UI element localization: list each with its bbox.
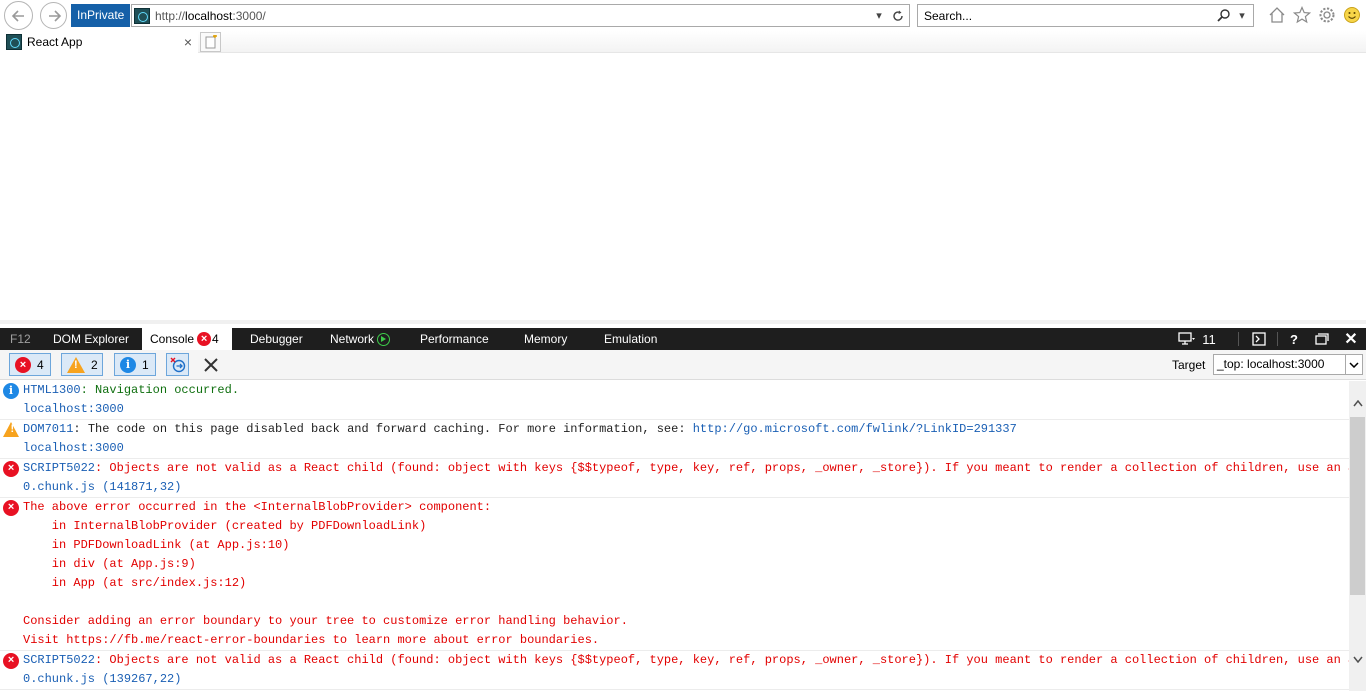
chevron-down-icon[interactable]: ▾ <box>871 8 887 24</box>
tab-dom-explorer[interactable]: DOM Explorer <box>53 328 129 350</box>
filter-info-button[interactable]: i 1 <box>114 353 156 376</box>
monitor-icon <box>1178 332 1196 345</box>
console-scrollbar[interactable] <box>1349 381 1366 691</box>
close-devtools-icon[interactable]: ✕ <box>1342 328 1360 350</box>
info-icon: i <box>3 383 19 399</box>
warning-icon <box>3 422 19 437</box>
scroll-down-icon[interactable] <box>1349 651 1366 668</box>
help-icon[interactable]: ? <box>1286 328 1302 350</box>
error-icon: × <box>3 653 19 669</box>
react-site-icon <box>134 7 150 24</box>
gear-icon[interactable] <box>1316 5 1337 25</box>
tab-react-app[interactable]: React App × <box>0 31 198 53</box>
clear-on-navigate-button[interactable] <box>166 353 189 376</box>
info-icon: i <box>120 356 136 373</box>
clear-console-button[interactable] <box>199 353 222 376</box>
search-box[interactable]: ▾ <box>917 4 1254 27</box>
message-source-link[interactable]: localhost:3000 <box>23 439 1349 458</box>
arrow-left-icon <box>11 9 24 22</box>
new-tab-icon <box>205 35 217 49</box>
console-message-error[interactable]: × The above error occurred in the <Inter… <box>0 498 1349 651</box>
filter-errors-button[interactable]: × 4 <box>9 353 51 376</box>
tab-emulation[interactable]: Emulation <box>604 328 657 350</box>
console-message-info[interactable]: i HTML1300: Navigation occurred. localho… <box>0 381 1349 420</box>
message-source-link[interactable]: 0.chunk.js (141871,32) <box>23 478 1349 497</box>
home-icon[interactable] <box>1266 5 1287 25</box>
react-site-icon <box>6 34 22 50</box>
console-output[interactable]: i HTML1300: Navigation occurred. localho… <box>0 381 1349 691</box>
error-icon: × <box>3 500 19 516</box>
warning-icon <box>67 356 85 373</box>
message-source-link[interactable]: 0.chunk.js (139267,22) <box>23 670 1349 689</box>
f12-devtools: F12 DOM Explorer Console × 4 Debugger Ne… <box>0 320 1366 691</box>
scroll-up-icon[interactable] <box>1349 395 1366 412</box>
back-button[interactable] <box>4 1 33 30</box>
console-message-warning[interactable]: DOM7011: The code on this page disabled … <box>0 420 1349 459</box>
chevron-down-icon[interactable]: ▾ <box>1234 8 1250 24</box>
error-icon: × <box>15 356 31 373</box>
clear-on-navigate-icon <box>170 357 185 372</box>
f12-label: F12 <box>10 332 31 346</box>
error-icon: × <box>197 332 212 346</box>
tab-performance[interactable]: Performance <box>420 328 489 350</box>
tab-memory[interactable]: Memory <box>524 328 567 350</box>
tab-console[interactable]: Console × 4 <box>142 328 232 350</box>
smiley-feedback-icon[interactable] <box>1341 5 1362 25</box>
star-icon[interactable] <box>1291 5 1312 25</box>
forward-button[interactable] <box>40 2 67 29</box>
tab-title: React App <box>27 35 83 49</box>
address-url[interactable]: http://localhost:3000/ <box>155 9 871 23</box>
close-icon <box>203 357 218 372</box>
message-source-link[interactable]: localhost:3000 <box>23 400 1349 419</box>
console-message-error[interactable]: × SCRIPT5022: Objects are not valid as a… <box>0 459 1349 498</box>
page-content-area <box>0 53 1366 320</box>
document-mode-button[interactable]: 11 <box>1173 328 1221 350</box>
record-play-icon <box>377 332 391 346</box>
browser-chrome: InPrivate http://localhost:3000/ ▾ ▾ <box>0 0 1366 53</box>
tab-debugger[interactable]: Debugger <box>250 328 303 350</box>
tab-strip: React App × <box>0 31 1366 53</box>
search-icon[interactable] <box>1215 8 1231 24</box>
close-icon[interactable]: × <box>181 35 195 49</box>
inprivate-badge: InPrivate <box>71 4 131 27</box>
console-error-count: 4 <box>212 332 219 346</box>
new-tab-button[interactable] <box>200 32 221 52</box>
search-input[interactable] <box>924 5 1215 26</box>
target-label: Target <box>1172 358 1206 372</box>
console-toolbar: × 4 2 i 1 Target _top: localhost:3000 <box>0 350 1366 380</box>
chevron-down-icon <box>1345 355 1362 374</box>
devtools-tab-bar: F12 DOM Explorer Console × 4 Debugger Ne… <box>0 328 1366 350</box>
undock-icon[interactable] <box>1313 328 1331 350</box>
fwlink-link[interactable]: http://go.microsoft.com/fwlink/?LinkID=2… <box>693 422 1017 436</box>
address-bar[interactable]: http://localhost:3000/ ▾ <box>131 4 910 27</box>
target-select[interactable]: _top: localhost:3000 <box>1213 354 1363 375</box>
console-toggle-icon[interactable] <box>1250 328 1268 350</box>
arrow-right-icon <box>48 9 61 22</box>
refresh-icon[interactable] <box>890 8 906 24</box>
tab-network[interactable]: Network <box>330 328 391 350</box>
scrollbar-thumb[interactable] <box>1350 417 1365 595</box>
browser-toolbar-icons <box>1266 5 1362 25</box>
error-icon: × <box>3 461 19 477</box>
filter-warnings-button[interactable]: 2 <box>61 353 103 376</box>
console-message-error[interactable]: × SCRIPT5022: Objects are not valid as a… <box>0 651 1349 690</box>
